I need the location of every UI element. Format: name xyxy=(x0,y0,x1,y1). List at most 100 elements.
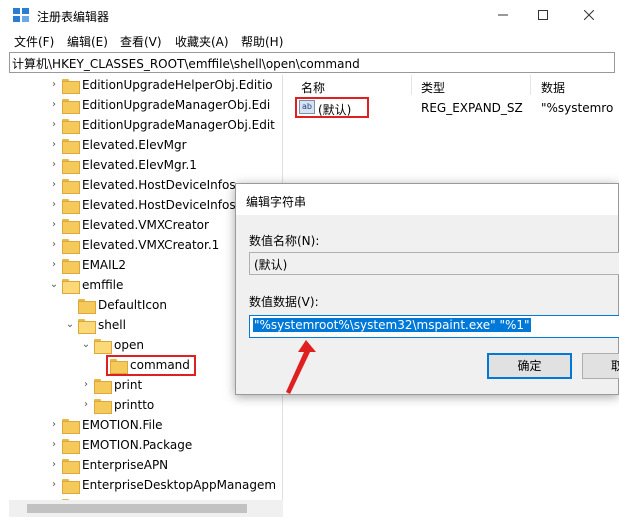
chevron-right-icon[interactable]: › xyxy=(49,120,59,130)
address-bar[interactable]: 计算机\HKEY_CLASSES_ROOT\emffile\shell\open… xyxy=(9,52,615,73)
tree-item-label: Elevated.ElevMgr.1 xyxy=(82,158,197,172)
column-divider[interactable] xyxy=(411,75,412,95)
tree-item-label: EditionUpgradeManagerObj.Edit xyxy=(82,118,275,132)
status-area xyxy=(0,517,619,527)
tree-item-label: EnterpriseDesktopAppManagem xyxy=(82,478,277,492)
column-header-name[interactable]: 名称 xyxy=(301,79,325,96)
chevron-right-icon[interactable]: › xyxy=(49,420,59,430)
tree-item-label: open xyxy=(114,338,144,352)
value-name-field[interactable]: (默认) xyxy=(249,252,619,275)
tree-item-label: DefaultIcon xyxy=(98,298,167,312)
chevron-down-icon[interactable]: ⌄ xyxy=(81,340,91,350)
tree-item-label: emffile xyxy=(82,278,124,292)
folder-icon xyxy=(62,419,80,434)
maximize-button[interactable] xyxy=(520,0,566,30)
scrollbar-thumb[interactable] xyxy=(27,504,247,513)
menu-view[interactable]: 查看(V) xyxy=(120,33,162,50)
chevron-right-icon[interactable]: › xyxy=(49,240,59,250)
registry-editor-window: 注册表编辑器 文件(F) 编辑(E) 查看(V) 收藏夹(A) 帮助(H) 计算… xyxy=(0,0,619,527)
value-data-text: "%systemroot%\system32\mspaint.exe" "%1" xyxy=(253,318,531,332)
left-edge xyxy=(0,75,9,500)
tree-item[interactable]: › EditionUpgradeManagerObj.Edit xyxy=(9,116,282,136)
column-divider[interactable] xyxy=(530,75,531,95)
tree-item[interactable]: › EnterpriseAPN xyxy=(9,456,282,476)
value-data-field[interactable]: "%systemroot%\system32\mspaint.exe" "%1" xyxy=(249,315,619,338)
maximize-icon xyxy=(538,10,548,20)
highlight-box-command xyxy=(106,355,196,376)
dialog-title: 编辑字符串 xyxy=(236,184,618,215)
folder-icon xyxy=(62,259,80,274)
tree-item[interactable]: › Elevated.ElevMgr.1 xyxy=(9,156,282,176)
menu-bar: 文件(F) 编辑(E) 查看(V) 收藏夹(A) 帮助(H) xyxy=(0,30,619,50)
tree-horizontal-scrollbar[interactable] xyxy=(9,500,283,517)
annotation-arrow-icon xyxy=(286,340,316,394)
tree-item-label: EditionUpgradeHelperObj.Editio xyxy=(82,78,273,92)
menu-help[interactable]: 帮助(H) xyxy=(241,33,283,50)
minimize-icon xyxy=(498,14,508,16)
chevron-right-icon[interactable]: › xyxy=(49,80,59,90)
folder-icon xyxy=(94,379,112,394)
highlight-box-default-value xyxy=(295,97,369,118)
tree-item-label: EMOTION.File xyxy=(82,418,163,432)
menu-edit[interactable]: 编辑(E) xyxy=(67,33,108,50)
folder-icon xyxy=(62,99,80,114)
folder-icon xyxy=(94,339,112,354)
menu-favorites[interactable]: 收藏夹(A) xyxy=(175,33,229,50)
folder-icon xyxy=(62,79,80,94)
chevron-right-icon[interactable]: › xyxy=(49,180,59,190)
tree-item-label: printto xyxy=(114,398,155,412)
chevron-right-icon[interactable]: › xyxy=(49,440,59,450)
tree-item[interactable]: › EditionUpgradeManagerObj.Edi xyxy=(9,96,282,116)
folder-icon xyxy=(62,219,80,234)
chevron-right-icon[interactable]: › xyxy=(81,380,91,390)
tree-item[interactable]: › printto xyxy=(9,396,282,416)
tree-item[interactable]: › EMOTION.File xyxy=(9,416,282,436)
value-data: "%systemro xyxy=(541,101,614,115)
chevron-right-icon[interactable]: › xyxy=(49,160,59,170)
chevron-down-icon[interactable]: ⌄ xyxy=(65,320,75,330)
folder-icon xyxy=(78,319,96,334)
column-header-type[interactable]: 类型 xyxy=(421,79,445,96)
title-bar: 注册表编辑器 xyxy=(0,0,619,30)
tree-item-label: Elevated.ElevMgr xyxy=(82,138,187,152)
menu-file[interactable]: 文件(F) xyxy=(14,33,54,50)
folder-icon xyxy=(62,279,80,294)
chevron-right-icon[interactable]: › xyxy=(49,460,59,470)
value-data-label: 数值数据(V): xyxy=(249,295,319,309)
chevron-right-icon[interactable]: › xyxy=(49,140,59,150)
window-title: 注册表编辑器 xyxy=(37,10,110,24)
chevron-right-icon[interactable]: › xyxy=(49,100,59,110)
tree-item-label: EnterpriseAPN xyxy=(82,458,169,472)
tree-item-label: EMOTION.Package xyxy=(82,438,193,452)
value-type: REG_EXPAND_SZ xyxy=(421,101,523,115)
chevron-right-icon[interactable]: › xyxy=(49,260,59,270)
chevron-right-icon[interactable]: › xyxy=(81,400,91,410)
folder-icon xyxy=(62,199,80,214)
tree-item[interactable]: › EnterpriseDesktopAppManagem xyxy=(9,476,282,496)
close-button[interactable] xyxy=(566,0,612,30)
chevron-right-icon[interactable]: › xyxy=(49,220,59,230)
registry-editor-icon xyxy=(13,8,29,22)
folder-icon xyxy=(62,479,80,494)
ok-button[interactable]: 确定 xyxy=(487,353,572,379)
chevron-down-icon[interactable]: ⌄ xyxy=(49,280,59,290)
cancel-button[interactable]: 取 xyxy=(582,353,619,379)
close-icon xyxy=(584,10,594,20)
tree-item-label: Elevated.VMXCreator xyxy=(82,218,209,232)
column-header-data[interactable]: 数据 xyxy=(541,79,565,96)
tree-item-label: print xyxy=(114,378,143,392)
folder-icon xyxy=(62,439,80,454)
tree-item-label: Elevated.HostDeviceInfos.1 xyxy=(82,198,248,212)
folder-icon xyxy=(62,179,80,194)
tree-item-label: EMAIL2 xyxy=(82,258,127,272)
tree-item-label: EditionUpgradeManagerObj.Edi xyxy=(82,98,271,112)
chevron-right-icon[interactable]: › xyxy=(49,200,59,210)
tree-item[interactable]: › EMOTION.Package xyxy=(9,436,282,456)
chevron-right-icon[interactable]: › xyxy=(49,480,59,490)
folder-icon xyxy=(62,119,80,134)
folder-icon xyxy=(62,159,80,174)
tree-item-label: Elevated.HostDeviceInfos xyxy=(82,178,236,192)
tree-item[interactable]: › EditionUpgradeHelperObj.Editio xyxy=(9,76,282,96)
tree-item[interactable]: › Elevated.ElevMgr xyxy=(9,136,282,156)
value-name-label: 数值名称(N): xyxy=(249,234,320,248)
